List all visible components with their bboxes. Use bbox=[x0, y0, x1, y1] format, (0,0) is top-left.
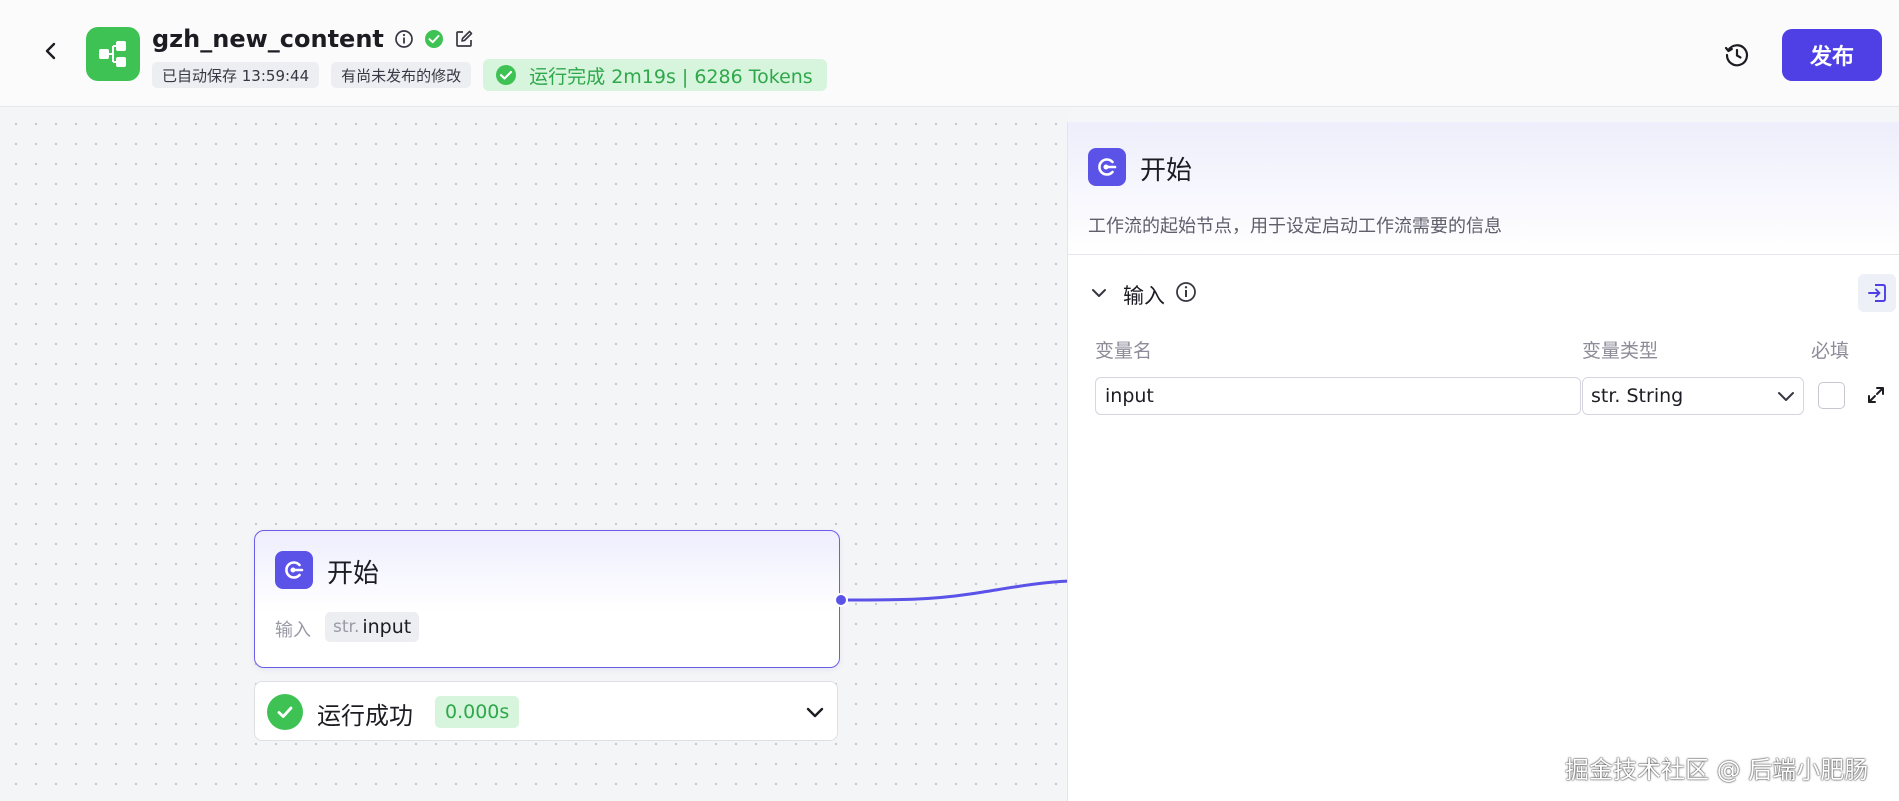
run-result-bar[interactable]: 运行成功 0.000s bbox=[254, 681, 838, 741]
expand-icon bbox=[1868, 387, 1884, 403]
workflow-icon bbox=[99, 41, 126, 67]
run-status-badge[interactable]: 运行完成 2m19s | 6286 Tokens bbox=[483, 59, 827, 91]
success-icon bbox=[267, 694, 303, 730]
history-icon bbox=[1724, 44, 1749, 67]
variable-type-select[interactable]: str. String bbox=[1582, 377, 1804, 415]
start-icon bbox=[285, 561, 304, 579]
panel-header: 开始 工作流的起始节点，用于设定启动工作流需要的信息 bbox=[1068, 122, 1899, 255]
expand-result-button[interactable] bbox=[803, 700, 827, 724]
watermark: 掘金技术社区 @ 后端小肥肠 bbox=[1565, 756, 1869, 784]
collapse-input-section-button[interactable] bbox=[1088, 282, 1110, 304]
required-checkbox[interactable] bbox=[1818, 382, 1845, 409]
history-button[interactable] bbox=[1722, 40, 1752, 70]
chevron-down-icon bbox=[1778, 392, 1794, 401]
chevron-left-icon bbox=[45, 42, 56, 60]
verified-check-icon bbox=[424, 30, 443, 48]
variable-type-value: str. String bbox=[1591, 385, 1684, 407]
expand-variable-button[interactable] bbox=[1864, 383, 1888, 407]
top-bar: gzh_new_content 已自动保存 13:59:44 有尚未发布的修改 … bbox=[0, 0, 1899, 107]
import-variables-button[interactable] bbox=[1858, 274, 1896, 312]
back-button[interactable] bbox=[38, 38, 64, 64]
app-name: gzh_new_content bbox=[152, 25, 384, 53]
start-node-icon bbox=[275, 551, 313, 589]
run-duration-badge: 0.000s bbox=[435, 696, 520, 728]
run-result-text: 运行成功 bbox=[317, 702, 413, 730]
info-icon[interactable] bbox=[394, 29, 414, 49]
status-badges: 已自动保存 13:59:44 有尚未发布的修改 运行完成 2m19s | 628… bbox=[152, 59, 827, 91]
login-icon bbox=[1868, 284, 1886, 302]
panel-description: 工作流的起始节点，用于设定启动工作流需要的信息 bbox=[1088, 216, 1502, 237]
column-header-name: 变量名 bbox=[1095, 340, 1153, 362]
start-node-title: 开始 bbox=[327, 559, 380, 589]
output-handle[interactable] bbox=[834, 593, 848, 607]
check-icon bbox=[277, 706, 293, 718]
app-title-row: gzh_new_content bbox=[152, 24, 474, 54]
variable-name-input[interactable] bbox=[1095, 377, 1581, 415]
start-icon bbox=[1098, 158, 1117, 176]
connection-edge[interactable] bbox=[840, 560, 1070, 610]
panel-title[interactable]: 开始 bbox=[1140, 150, 1192, 187]
publish-button[interactable]: 发布 bbox=[1782, 29, 1882, 81]
unpublished-badge: 有尚未发布的修改 bbox=[331, 62, 472, 88]
panel-node-icon bbox=[1088, 148, 1126, 186]
node-config-panel: 开始 工作流的起始节点，用于设定启动工作流需要的信息 输入 变量名 变量类型 必… bbox=[1067, 122, 1899, 801]
info-icon[interactable] bbox=[1174, 280, 1198, 304]
variable-name: input bbox=[362, 616, 412, 638]
chevron-down-icon bbox=[1092, 289, 1106, 297]
start-node-variable: str. input bbox=[325, 612, 420, 642]
variable-type-prefix: str. bbox=[333, 617, 360, 637]
input-section-title: 输入 bbox=[1123, 284, 1165, 308]
autosave-badge: 已自动保存 13:59:44 bbox=[152, 62, 320, 88]
edit-icon[interactable] bbox=[454, 29, 474, 49]
check-circle-icon bbox=[496, 65, 517, 85]
start-node[interactable]: 开始 输入 str. input bbox=[254, 530, 840, 668]
start-node-input-label: 输入 bbox=[275, 620, 311, 641]
chevron-down-icon bbox=[806, 707, 824, 718]
column-header-required: 必填 bbox=[1811, 340, 1850, 362]
workflow-app-icon bbox=[86, 27, 140, 81]
column-header-type: 变量类型 bbox=[1582, 340, 1659, 362]
run-status-text: 运行完成 2m19s | 6286 Tokens bbox=[529, 65, 813, 88]
